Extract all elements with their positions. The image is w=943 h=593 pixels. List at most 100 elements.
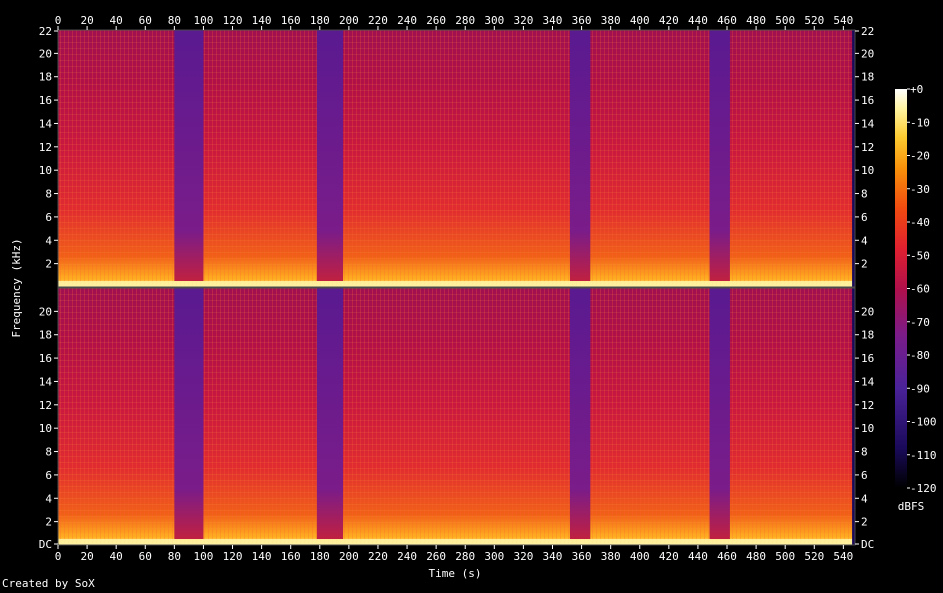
quiet-segment <box>316 30 344 281</box>
colorbar-label: dBFS <box>898 500 925 513</box>
quiet-segment <box>709 30 730 281</box>
credit-text: Created by SoX <box>2 577 95 590</box>
x-tick-label-bottom: 540 <box>833 550 853 563</box>
x-tick-label-bottom: 340 <box>543 550 563 563</box>
x-tick-label-bottom: 440 <box>688 550 708 563</box>
x-tick-label-top: 440 <box>688 14 708 27</box>
colorbar-tick-label: -50 <box>910 249 930 262</box>
channel-2-panel <box>57 287 856 546</box>
quiet-segment <box>174 288 204 539</box>
y-tick-label-right: 8 <box>861 446 868 459</box>
y-tick-label-left: 10 <box>39 422 52 435</box>
y-tick-label-left: 20 <box>39 47 52 60</box>
y-tick-label-left: 4 <box>45 492 52 505</box>
x-tick-label-bottom: 160 <box>281 550 301 563</box>
x-tick-label-top: 100 <box>194 14 214 27</box>
colorbar-tick-label: -40 <box>910 216 930 229</box>
y-tick-label-right: 20 <box>861 305 874 318</box>
y-tick-label-left: 2 <box>45 516 52 529</box>
spectrogram-chart: 2 24 46 68 810 1012 1214 1416 1618 1820 2022 22DC DC… <box>10 14 937 580</box>
y-tick-label-right: 22 <box>861 25 874 38</box>
y-tick-label-right: 8 <box>861 188 868 201</box>
x-tick-label-top: 40 <box>110 14 123 27</box>
y-tick-label-left: 8 <box>45 446 52 459</box>
x-tick-label-top: 480 <box>746 14 766 27</box>
y-tick-label-left: 18 <box>39 71 52 84</box>
x-tick-label-bottom: 480 <box>746 550 766 563</box>
x-tick-label-bottom: 220 <box>368 550 388 563</box>
colorbar-tick-label: -60 <box>910 283 930 296</box>
low-frequency-band <box>58 281 855 287</box>
y-tick-label-right: 14 <box>861 375 875 388</box>
x-tick-label-bottom: 200 <box>339 550 359 563</box>
x-tick-label-top: 140 <box>252 14 272 27</box>
quiet-segment <box>174 30 204 281</box>
y-tick-label-right: 12 <box>861 141 874 154</box>
y-tick-label-right: 10 <box>861 422 874 435</box>
x-tick-label-bottom: 80 <box>168 550 181 563</box>
colorbar-tick-label: -80 <box>910 349 930 362</box>
x-tick-label-top: 220 <box>368 14 388 27</box>
y-tick-label-right: 12 <box>861 399 874 412</box>
x-tick-label-bottom: 460 <box>717 550 737 563</box>
x-tick-label-bottom: 0 <box>55 550 62 563</box>
y-tick-label-right: 6 <box>861 469 868 482</box>
x-tick-label-bottom: 360 <box>572 550 592 563</box>
y-tick-label-right: 4 <box>861 492 868 505</box>
x-tick-label-top: 520 <box>804 14 824 27</box>
y-tick-label-left: 18 <box>39 329 52 342</box>
y-tick-label-right: DC <box>861 538 874 551</box>
y-tick-label-left: 2 <box>45 258 52 271</box>
y-tick-label-right: 14 <box>861 117 875 130</box>
x-tick-label-top: 240 <box>397 14 417 27</box>
x-tick-label-bottom: 500 <box>775 550 795 563</box>
x-tick-label-top: 400 <box>630 14 650 27</box>
colorbar-tick-label: -70 <box>910 316 930 329</box>
y-tick-label-right: 6 <box>861 211 868 224</box>
x-tick-label-top: 320 <box>513 14 533 27</box>
colorbar-tick-label: -100 <box>910 416 937 429</box>
y-tick-label-right: 18 <box>861 329 874 342</box>
quiet-segment <box>709 288 730 539</box>
y-tick-label-left: 6 <box>45 469 52 482</box>
y-tick-label-left: 16 <box>39 94 52 107</box>
x-tick-label-top: 280 <box>455 14 475 27</box>
y-tick-label-right: 16 <box>861 352 874 365</box>
x-tick-label-bottom: 260 <box>426 550 446 563</box>
x-tick-label-bottom: 100 <box>194 550 214 563</box>
x-axis-label: Time (s) <box>429 567 482 580</box>
colorbar-tick-label: +0 <box>910 83 923 96</box>
x-tick-label-top: 20 <box>80 14 93 27</box>
x-tick-label-bottom: 240 <box>397 550 417 563</box>
x-tick-label-bottom: 120 <box>223 550 243 563</box>
x-tick-label-top: 160 <box>281 14 301 27</box>
x-tick-label-top: 120 <box>223 14 243 27</box>
y-tick-label-left: 4 <box>45 234 52 247</box>
colorbar-tick-label: -30 <box>910 183 930 196</box>
x-tick-label-top: 460 <box>717 14 737 27</box>
x-tick-label-top: 200 <box>339 14 359 27</box>
x-tick-label-bottom: 400 <box>630 550 650 563</box>
y-tick-label-left: 8 <box>45 188 52 201</box>
x-tick-label-top: 260 <box>426 14 446 27</box>
y-tick-label-left: 16 <box>39 352 52 365</box>
quiet-segment <box>569 30 591 281</box>
x-tick-label-bottom: 280 <box>455 550 475 563</box>
colorbar-gradient <box>895 89 907 488</box>
y-tick-label-left: 12 <box>39 141 52 154</box>
x-tick-label-bottom: 320 <box>513 550 533 563</box>
x-tick-label-top: 540 <box>833 14 853 27</box>
x-tick-label-top: 420 <box>659 14 679 27</box>
channel-1-panel <box>57 29 856 288</box>
x-tick-label-bottom: 60 <box>139 550 152 563</box>
y-tick-label-left: 14 <box>39 117 53 130</box>
x-tick-label-bottom: 520 <box>804 550 824 563</box>
colorbar-tick-label: -90 <box>910 382 930 395</box>
colorbar-tick-label: -10 <box>910 116 930 129</box>
x-tick-label-bottom: 180 <box>310 550 330 563</box>
y-tick-label-left: 12 <box>39 399 52 412</box>
colorbar-tick-label: -20 <box>910 150 930 163</box>
x-tick-label-bottom: 20 <box>80 550 93 563</box>
x-tick-label-top: 80 <box>168 14 181 27</box>
colorbar-tick-label: -120 <box>910 482 937 495</box>
